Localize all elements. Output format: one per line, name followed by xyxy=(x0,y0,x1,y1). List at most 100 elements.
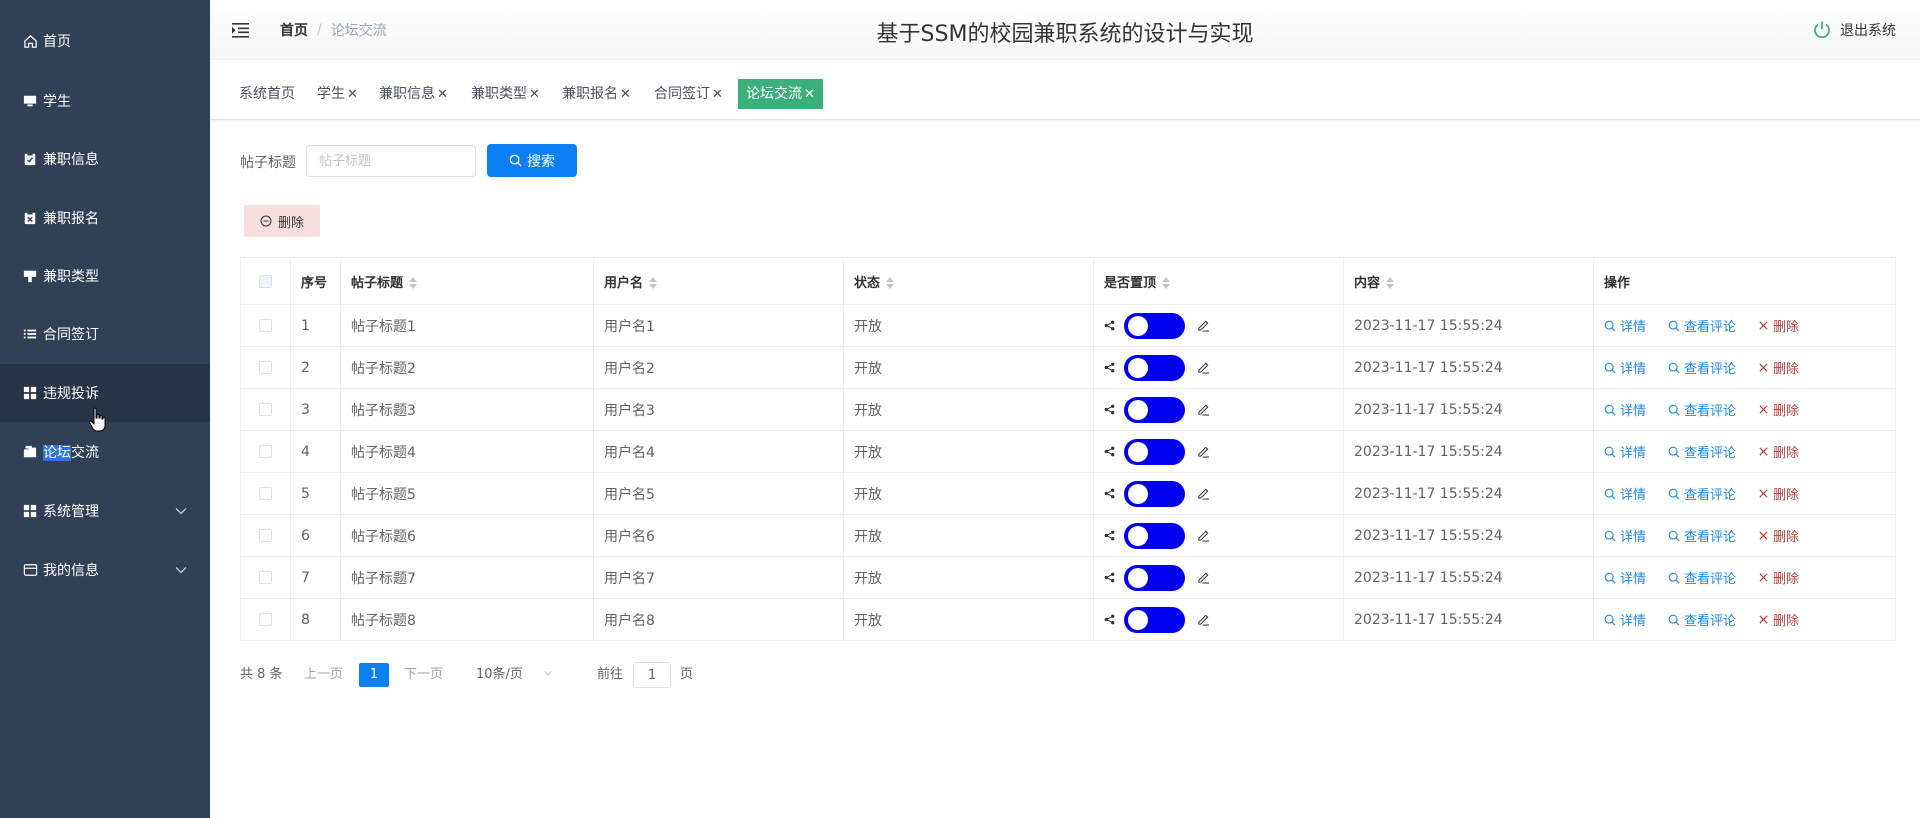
share-icon[interactable] xyxy=(1104,614,1115,625)
col-title[interactable]: 帖子标题 xyxy=(340,257,594,305)
pin-toggle[interactable] xyxy=(1124,396,1185,423)
view-comments-button[interactable]: 查看评论 xyxy=(1668,568,1736,587)
sidebar-item-contracts[interactable]: 合同签订 xyxy=(0,305,210,363)
detail-button[interactable]: 详情 xyxy=(1604,484,1646,503)
row-delete-button[interactable]: 删除 xyxy=(1758,568,1799,587)
grid-icon xyxy=(22,385,38,401)
close-icon[interactable]: ✕ xyxy=(620,87,631,102)
row-delete-button[interactable]: 删除 xyxy=(1758,610,1799,629)
sidebar-item-my-info[interactable]: 我的信息 xyxy=(0,541,210,599)
share-icon[interactable] xyxy=(1104,446,1115,457)
view-comments-button[interactable]: 查看评论 xyxy=(1668,610,1736,629)
pagination-prev[interactable]: 上一页 xyxy=(304,663,343,687)
row-checkbox[interactable] xyxy=(259,487,272,500)
row-delete-button[interactable]: 删除 xyxy=(1758,316,1799,335)
row-checkbox[interactable] xyxy=(259,571,272,584)
sidebar-item-job-info[interactable]: 兼职信息 xyxy=(0,130,210,188)
detail-button[interactable]: 详情 xyxy=(1604,358,1646,377)
tag-home[interactable]: 系统首页 xyxy=(231,79,303,109)
sidebar-item-students[interactable]: 学生 xyxy=(0,72,210,130)
menu-fold-icon[interactable] xyxy=(230,20,250,40)
detail-button[interactable]: 详情 xyxy=(1604,442,1646,461)
row-checkbox[interactable] xyxy=(259,529,272,542)
row-delete-button[interactable]: 删除 xyxy=(1758,400,1799,419)
col-content[interactable]: 内容 xyxy=(1343,257,1594,305)
sort-icon[interactable] xyxy=(409,277,418,289)
edit-icon[interactable] xyxy=(1197,445,1210,458)
tag-contracts[interactable]: 合同签订 ✕ xyxy=(646,79,731,109)
row-delete-button[interactable]: 删除 xyxy=(1758,526,1799,545)
sidebar-item-system-admin[interactable]: 系统管理 xyxy=(0,482,210,540)
search-input[interactable] xyxy=(306,145,476,177)
row-checkbox[interactable] xyxy=(259,403,272,416)
edit-icon[interactable] xyxy=(1197,571,1210,584)
edit-icon[interactable] xyxy=(1197,529,1210,542)
pin-toggle[interactable] xyxy=(1124,354,1185,381)
detail-button[interactable]: 详情 xyxy=(1604,526,1646,545)
row-delete-button[interactable]: 删除 xyxy=(1758,484,1799,503)
row-checkbox[interactable] xyxy=(259,319,272,332)
col-username[interactable]: 用户名 xyxy=(593,257,844,305)
tag-job-signup[interactable]: 兼职报名 ✕ xyxy=(554,79,639,109)
pin-toggle[interactable] xyxy=(1124,606,1185,633)
view-comments-button[interactable]: 查看评论 xyxy=(1668,526,1736,545)
row-delete-button[interactable]: 删除 xyxy=(1758,442,1799,461)
view-comments-button[interactable]: 查看评论 xyxy=(1668,316,1736,335)
tag-job-info[interactable]: 兼职信息 ✕ xyxy=(371,79,456,109)
col-status[interactable]: 状态 xyxy=(843,257,1094,305)
sidebar-item-home[interactable]: 首页 xyxy=(0,12,210,70)
edit-icon[interactable] xyxy=(1197,319,1210,332)
row-checkbox[interactable] xyxy=(259,361,272,374)
detail-button[interactable]: 详情 xyxy=(1604,610,1646,629)
close-icon[interactable]: ✕ xyxy=(804,87,815,102)
edit-icon[interactable] xyxy=(1197,613,1210,626)
sort-icon[interactable] xyxy=(649,277,658,289)
logout-button[interactable]: 退出系统 xyxy=(1812,20,1896,40)
sidebar-item-job-types[interactable]: 兼职类型 xyxy=(0,247,210,305)
select-all-checkbox[interactable] xyxy=(259,274,272,288)
edit-icon[interactable] xyxy=(1197,403,1210,416)
view-comments-button[interactable]: 查看评论 xyxy=(1668,400,1736,419)
row-delete-button[interactable]: 删除 xyxy=(1758,358,1799,377)
sort-icon[interactable] xyxy=(1162,277,1171,289)
row-checkbox[interactable] xyxy=(259,613,272,626)
detail-button[interactable]: 详情 xyxy=(1604,400,1646,419)
tag-forum[interactable]: 论坛交流 ✕ xyxy=(738,79,823,109)
view-comments-button[interactable]: 查看评论 xyxy=(1668,442,1736,461)
goto-page-input[interactable] xyxy=(633,662,671,688)
batch-delete-button[interactable]: 删除 xyxy=(244,205,320,237)
close-icon[interactable]: ✕ xyxy=(712,87,723,102)
share-icon[interactable] xyxy=(1104,572,1115,583)
search-button[interactable]: 搜索 xyxy=(487,144,577,177)
row-checkbox[interactable] xyxy=(259,445,272,458)
breadcrumb-home[interactable]: 首页 xyxy=(280,20,308,40)
view-comments-button[interactable]: 查看评论 xyxy=(1668,484,1736,503)
pin-toggle[interactable] xyxy=(1124,564,1185,591)
share-icon[interactable] xyxy=(1104,362,1115,373)
pagination-next[interactable]: 下一页 xyxy=(404,663,443,687)
detail-button[interactable]: 详情 xyxy=(1604,568,1646,587)
share-icon[interactable] xyxy=(1104,488,1115,499)
pin-toggle[interactable] xyxy=(1124,522,1185,549)
share-icon[interactable] xyxy=(1104,320,1115,331)
col-pinned[interactable]: 是否置顶 xyxy=(1093,257,1344,305)
share-icon[interactable] xyxy=(1104,404,1115,415)
sort-icon[interactable] xyxy=(1386,277,1395,289)
close-icon[interactable]: ✕ xyxy=(437,87,448,102)
view-comments-button[interactable]: 查看评论 xyxy=(1668,358,1736,377)
pin-toggle[interactable] xyxy=(1124,480,1185,507)
pin-toggle[interactable] xyxy=(1124,312,1185,339)
detail-button[interactable]: 详情 xyxy=(1604,316,1646,335)
sort-icon[interactable] xyxy=(886,277,895,289)
tag-students[interactable]: 学生 ✕ xyxy=(309,79,366,109)
share-icon[interactable] xyxy=(1104,530,1115,541)
pagination-page-current[interactable]: 1 xyxy=(359,663,389,687)
sidebar-item-job-signup[interactable]: 兼职报名 xyxy=(0,189,210,247)
tag-job-types[interactable]: 兼职类型 ✕ xyxy=(463,79,548,109)
close-icon[interactable]: ✕ xyxy=(529,87,540,102)
page-size-select[interactable]: 10条/页 xyxy=(476,663,553,687)
edit-icon[interactable] xyxy=(1197,487,1210,500)
edit-icon[interactable] xyxy=(1197,361,1210,374)
pin-toggle[interactable] xyxy=(1124,438,1185,465)
close-icon[interactable]: ✕ xyxy=(347,87,358,102)
